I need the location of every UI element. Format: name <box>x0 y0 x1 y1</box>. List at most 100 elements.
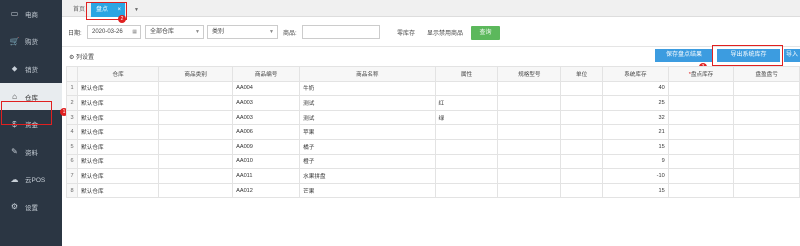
column-header-name[interactable]: 商品名称 <box>299 66 436 82</box>
cell-variance <box>733 124 800 140</box>
column-settings-button[interactable]: ⚙ 列设置 <box>69 52 94 61</box>
cell-index: 8 <box>65 182 79 199</box>
cell-spec <box>497 153 562 170</box>
column-header-category[interactable]: 商品类别 <box>158 66 234 82</box>
sidebar-item-sales[interactable]: ⬥ 销货 <box>0 55 62 83</box>
cell-unit <box>560 124 604 140</box>
column-header-counted-stock[interactable]: *盘点库存 <box>667 66 735 82</box>
category-value: 类别 <box>212 29 225 35</box>
product-label: 商品: <box>283 31 297 37</box>
cell-counted-stock[interactable] <box>667 124 735 140</box>
table-row[interactable]: 8 默认仓库 AA012 芒果 15 <box>65 182 800 199</box>
sidebar: ▭ 电商 🛒 购货 ⬥ 销货 ⌂ 仓库 $ 资金 ✎ 资料 ☁ 云POS ⚙ 设置 <box>0 0 62 246</box>
cell-counted-stock[interactable] <box>667 109 735 126</box>
cell-index: 5 <box>65 138 79 155</box>
table-row[interactable]: 2 默认仓库 AA003 测试红 25 <box>65 95 800 111</box>
cell-spec <box>497 109 562 126</box>
cell-category <box>158 109 234 126</box>
cell-warehouse: 默认仓库 <box>77 109 160 126</box>
column-header-attribute[interactable]: 属性 <box>434 66 499 82</box>
cell-spec <box>497 95 562 111</box>
cell-unit <box>560 138 604 155</box>
sidebar-item-warehouse[interactable]: ⌂ 仓库 <box>0 82 62 111</box>
cell-index: 3 <box>65 109 79 126</box>
column-header-warehouse[interactable]: 仓库 <box>77 66 160 82</box>
cell-name: 水果拼盘 <box>299 168 436 184</box>
money-icon: $ <box>12 119 17 129</box>
cell-counted-stock[interactable] <box>667 153 735 170</box>
zero-stock-checkbox[interactable]: 零库存 <box>397 28 415 37</box>
cell-index: 1 <box>65 80 79 97</box>
cloud-icon: ☁ <box>10 174 19 184</box>
column-header-spec[interactable]: 规格型号 <box>497 66 562 82</box>
cell-name: 芒果 <box>299 182 436 199</box>
cell-name: 苹果 <box>299 124 436 140</box>
cell-variance <box>733 168 800 184</box>
tab-bar: 首页 盘点 × ▼ <box>62 0 800 17</box>
cell-unit <box>560 80 604 97</box>
chevron-down-icon: ▼ <box>195 29 200 35</box>
sidebar-item-cloud-pos[interactable]: ☁ 云POS <box>0 166 62 194</box>
category-select[interactable]: 类别 ▼ <box>207 25 278 39</box>
cell-category <box>158 153 234 170</box>
cell-code: AA003 <box>232 95 301 111</box>
cell-counted-stock[interactable] <box>667 80 735 97</box>
sidebar-item-label: 资料 <box>25 149 38 157</box>
cell-name: 橙子 <box>299 153 436 170</box>
import-button[interactable]: 导入 <box>784 49 800 62</box>
cell-name: 橘子 <box>299 138 436 155</box>
cell-category <box>158 80 234 97</box>
table-row[interactable]: 3 默认仓库 AA003 测试绿 32 <box>65 109 800 126</box>
cell-counted-stock[interactable] <box>667 95 735 111</box>
calendar-icon[interactable]: ▦ <box>132 26 137 38</box>
cell-index: 7 <box>65 168 79 184</box>
table-row[interactable]: 1 默认仓库 AA004 牛奶 40 <box>65 80 800 97</box>
cell-attribute <box>434 168 499 184</box>
warehouse-value: 全部仓库 <box>150 29 175 35</box>
tab-home[interactable]: 首页 <box>67 3 91 17</box>
date-label: 日期: <box>68 31 82 37</box>
date-input[interactable]: 2020-03-26 ▦ <box>87 25 141 39</box>
cart-icon: 🛒 <box>9 36 20 46</box>
cell-variance <box>733 182 800 199</box>
cell-name: 测试 <box>299 109 436 126</box>
cell-code: AA004 <box>232 80 301 97</box>
column-header-variance[interactable]: 盘盈盘亏 <box>733 66 800 82</box>
sidebar-item-data[interactable]: ✎ 资料 <box>0 138 62 166</box>
table-row[interactable]: 6 默认仓库 AA010 橙子 9 <box>65 153 800 170</box>
cell-warehouse: 默认仓库 <box>77 95 160 111</box>
table-row[interactable]: 4 默认仓库 AA006 苹果 21 <box>65 124 800 140</box>
table-row[interactable]: 7 默认仓库 AA011 水果拼盘 -10 <box>65 168 800 184</box>
sidebar-item-settings[interactable]: ⚙ 设置 <box>0 193 62 221</box>
cell-category <box>158 95 234 111</box>
cell-system-stock: 40 <box>602 80 669 97</box>
cell-spec <box>497 168 562 184</box>
sidebar-item-label: 设置 <box>25 204 38 212</box>
column-header-unit[interactable]: 单位 <box>560 66 604 82</box>
column-header-system-stock[interactable]: 系统库存 <box>602 66 669 82</box>
cell-system-stock: 25 <box>602 95 669 111</box>
chevron-down-icon[interactable]: ▼ <box>128 3 145 17</box>
table-row[interactable]: 5 默认仓库 AA009 橘子 15 <box>65 138 800 155</box>
export-stock-button[interactable]: 导出系统库存 <box>717 49 780 62</box>
cell-counted-stock[interactable] <box>667 168 735 184</box>
cell-variance <box>733 109 800 126</box>
date-value: 2020-03-26 <box>92 29 123 35</box>
cell-counted-stock[interactable] <box>667 138 735 155</box>
divider <box>62 46 800 47</box>
show-disabled-checkbox[interactable]: 显示禁用商品 <box>427 28 463 37</box>
query-button[interactable]: 查询 <box>471 26 500 40</box>
annotation-badge-2: 2 <box>118 15 126 23</box>
sidebar-item-purchase[interactable]: 🛒 购货 <box>0 28 62 56</box>
save-stocktake-button[interactable]: 保存盘点结果 <box>655 49 713 62</box>
sidebar-item-ecommerce[interactable]: ▭ 电商 <box>0 0 62 28</box>
warehouse-select[interactable]: 全部仓库 ▼ <box>145 25 204 39</box>
cell-warehouse: 默认仓库 <box>77 124 160 140</box>
column-header-code[interactable]: 商品编号 <box>232 66 301 82</box>
cell-attribute <box>434 153 499 170</box>
product-input[interactable] <box>302 25 380 39</box>
cell-code: AA009 <box>232 138 301 155</box>
cell-counted-stock[interactable] <box>667 182 735 199</box>
sidebar-item-funds[interactable]: $ 资金 <box>0 110 62 138</box>
cell-warehouse: 默认仓库 <box>77 138 160 155</box>
